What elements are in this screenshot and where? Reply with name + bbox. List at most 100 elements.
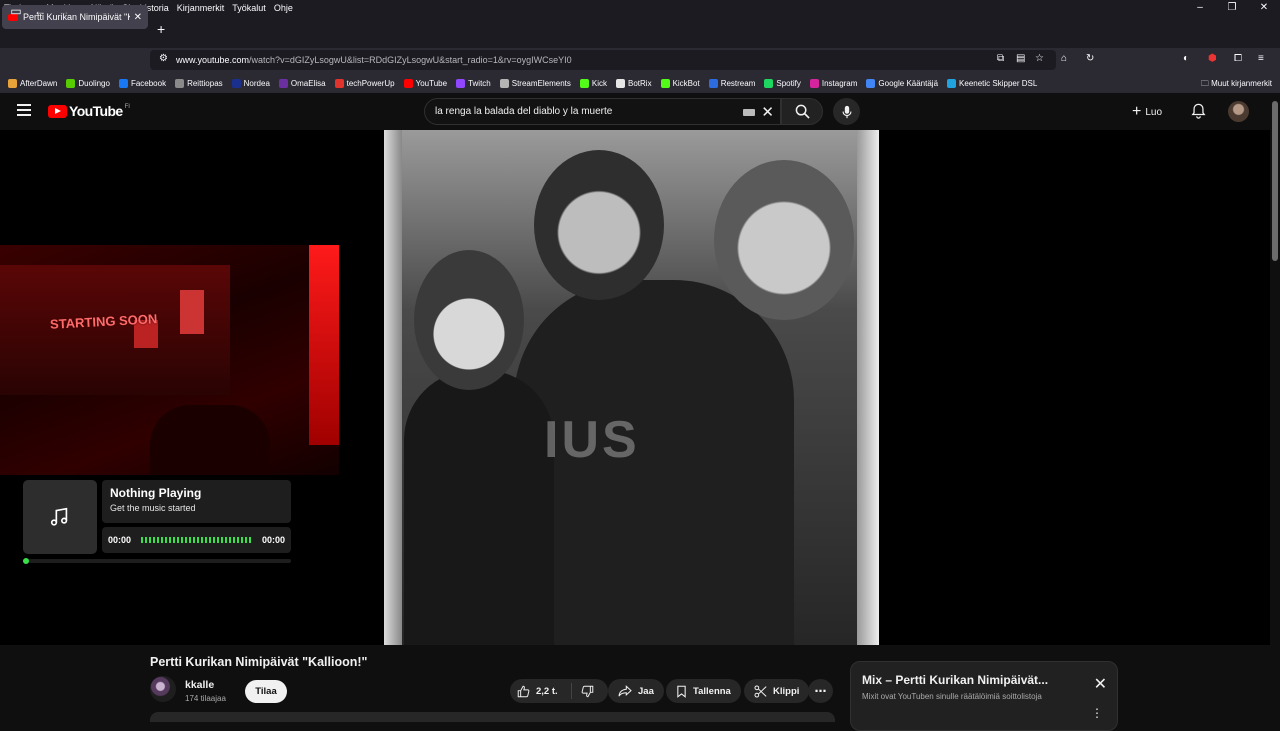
minimize-icon[interactable]: – (1184, 0, 1216, 16)
guide-menu-icon[interactable] (17, 104, 31, 119)
mix-subtitle: Mixit ovat YouTuben sinulle räätälöimiä … (862, 692, 1042, 701)
bookmark-label: Twitch (468, 78, 491, 88)
app-menubar: TiedostoMuokkaaNäytäSivuhistoriaKirjanme… (0, 0, 1280, 16)
channel-name[interactable]: kkalle (185, 679, 214, 691)
plus-icon: + (1132, 103, 1142, 120)
bookmark-label: Keenetic Skipper DSL (959, 78, 1038, 88)
menu-item-5[interactable]: Työkalut (228, 3, 270, 13)
video-figure (404, 370, 554, 645)
more-actions-icon[interactable]: ⋯ (808, 679, 833, 703)
bookmark-icon (677, 685, 686, 698)
keyboard-icon[interactable] (743, 109, 755, 116)
reload-icon[interactable]: ↻ (1086, 53, 1094, 64)
close-playlist-icon[interactable]: ✕ (1094, 674, 1107, 694)
video-face (414, 250, 524, 390)
clear-search-icon[interactable]: ✕ (761, 103, 774, 121)
adblock-icon[interactable]: ⬢ (1208, 53, 1217, 64)
create-button[interactable]: + Luo (1132, 103, 1162, 121)
other-bookmarks[interactable]: 🗀 Muut kirjanmerkit (1201, 78, 1272, 92)
bookmark-label: Spotify (776, 78, 801, 88)
bookmark-item[interactable]: AfterDawn (8, 78, 57, 88)
clip-label: Klippi (773, 685, 800, 697)
other-bookmarks-label: Muut kirjanmerkit (1211, 79, 1272, 88)
now-playing-info: Nothing Playing Get the music started (102, 480, 291, 523)
like-button[interactable]: 2,2 t. (510, 683, 572, 699)
bookmark-item[interactable]: Spotify (764, 78, 801, 88)
video-frame-edge (384, 130, 402, 645)
search-button[interactable] (781, 98, 823, 125)
menu-item-4[interactable]: Kirjanmerkit (173, 3, 229, 13)
bookmark-item[interactable]: Keenetic Skipper DSL (947, 78, 1038, 88)
equalizer-bar (141, 537, 252, 543)
forward-icon[interactable]: → (55, 4, 73, 18)
bookmark-favicon-icon (334, 78, 344, 88)
bookmark-item[interactable]: techPowerUp (334, 78, 395, 88)
extension-icon[interactable]: ◐ (1183, 53, 1189, 64)
scissors-icon (754, 684, 767, 698)
channel-avatar[interactable] (150, 676, 176, 702)
album-art (23, 480, 97, 554)
bookmark-item[interactable]: Facebook (118, 78, 167, 88)
home-icon[interactable]: ⌂ (1061, 53, 1067, 64)
bookmark-favicon-icon (579, 78, 589, 88)
music-note-icon (50, 507, 68, 526)
bookmark-item[interactable]: YouTube (403, 78, 447, 88)
bookmark-favicon-icon (660, 78, 670, 88)
bookmark-item[interactable]: Google Kääntäjä (866, 78, 938, 88)
subscribe-button[interactable]: Tilaa (245, 680, 287, 703)
close-window-icon[interactable]: ✕ (1248, 0, 1280, 16)
share-label: Jaa (638, 685, 654, 697)
voice-search-button[interactable] (833, 98, 860, 125)
menu-icon[interactable]: ≡ (1258, 53, 1264, 64)
bookmark-item[interactable]: OmaElisa (278, 78, 326, 88)
bookmark-item[interactable]: KickBot (660, 78, 700, 88)
extensions-icon[interactable]: ⧠ (1234, 53, 1242, 64)
bookmark-favicon-icon (278, 78, 288, 88)
page-scrollbar[interactable] (1270, 93, 1280, 720)
bookmark-label: KickBot (672, 78, 700, 88)
bookmark-label: Facebook (130, 78, 167, 88)
url-bar[interactable]: www.youtube.com/watch?v=dGIZyLsogwU&list… (150, 50, 1056, 70)
restore-icon[interactable]: ❐ (1216, 0, 1248, 16)
tab-close-icon[interactable]: ✕ (134, 12, 142, 23)
bookmark-item[interactable]: Restream (708, 78, 755, 88)
thumbs-up-icon (517, 685, 530, 697)
sidebar-toggle-icon[interactable]: ▭ (7, 4, 25, 18)
bookmark-star-icon[interactable]: ☆ (1035, 53, 1044, 64)
description-box[interactable] (150, 712, 835, 722)
bookmark-item[interactable]: BotRix (616, 78, 652, 88)
share-button[interactable]: Jaa (608, 679, 664, 703)
video-face (714, 160, 854, 320)
bookmark-item[interactable]: Nordea (231, 78, 270, 88)
bookmark-item[interactable]: Instagram (809, 78, 857, 88)
site-info-icon[interactable]: ⚙ (159, 53, 168, 64)
notifications-button[interactable] (1191, 103, 1206, 124)
clip-button[interactable]: Klippi (744, 679, 810, 703)
bookmark-label: Nordea (243, 78, 270, 88)
bookmark-label: techPowerUp (346, 78, 395, 88)
mix-title[interactable]: Mix – Pertti Kurikan Nimipäivät... (862, 673, 1048, 687)
bookmarks-bar: AfterDawn Duolingo Facebook Reittiopas Norde… (0, 73, 1280, 93)
bookmark-item[interactable]: Kick (579, 78, 607, 88)
dislike-button[interactable] (572, 685, 608, 698)
new-tab-button[interactable]: + (157, 21, 165, 37)
save-button[interactable]: Tallenna (666, 679, 741, 703)
bookmark-item[interactable]: Twitch (456, 78, 491, 88)
bookmark-item[interactable]: Duolingo (66, 78, 110, 88)
playlist-menu-icon[interactable]: ⋮ (1091, 706, 1103, 720)
bookmark-item[interactable]: Reittiopas (175, 78, 223, 88)
video-frame[interactable]: IUS (384, 130, 879, 645)
bookmark-favicon-icon (66, 78, 76, 88)
mix-playlist-panel: Mix – Pertti Kurikan Nimipäivät... Mixit… (850, 661, 1118, 731)
search-input[interactable]: la renga la balada del diablo y la muert… (424, 98, 781, 125)
reader-view-icon[interactable]: ▤ (1016, 53, 1025, 64)
back-icon[interactable]: ← (31, 4, 49, 18)
bookmark-item[interactable]: StreamElements (499, 78, 571, 88)
microphone-icon (841, 105, 852, 118)
youtube-logo[interactable]: YouTube FI (48, 103, 130, 119)
menu-item-6[interactable]: Ohje (270, 3, 297, 13)
scrollbar-thumb[interactable] (1272, 101, 1278, 261)
picture-in-picture-icon[interactable]: ⧉ (997, 53, 1004, 64)
bookmark-favicon-icon (866, 78, 876, 88)
account-avatar[interactable] (1228, 101, 1249, 122)
